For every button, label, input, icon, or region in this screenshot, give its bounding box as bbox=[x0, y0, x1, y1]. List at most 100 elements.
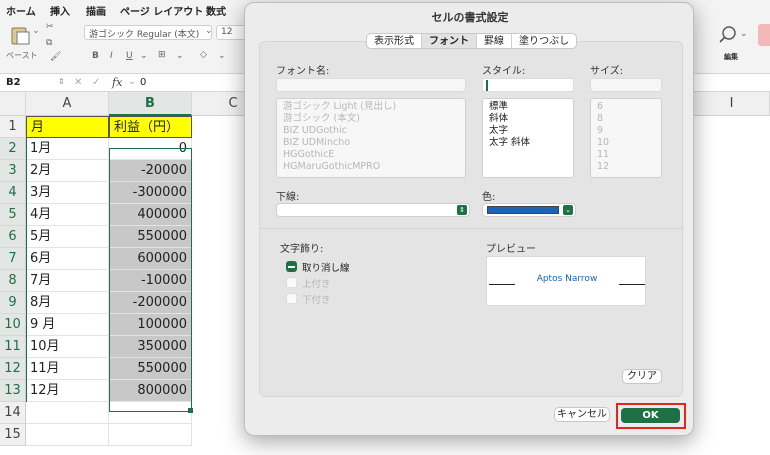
list-item[interactable]: 游ゴシック (本文) bbox=[277, 113, 465, 125]
select-all-corner[interactable] bbox=[0, 92, 26, 116]
cell-profit[interactable]: 600000 bbox=[109, 248, 192, 270]
name-box-stepper-icon[interactable]: ⇕ bbox=[58, 77, 65, 86]
list-item[interactable]: 太字 bbox=[483, 125, 573, 137]
list-item[interactable]: 標準 bbox=[483, 101, 573, 113]
superscript-checkbox[interactable] bbox=[286, 277, 297, 288]
list-item[interactable]: 游ゴシック Light (見出し) bbox=[277, 101, 465, 113]
underline-icon[interactable]: U bbox=[126, 51, 133, 61]
tab-insert[interactable]: 挿入 bbox=[50, 3, 70, 18]
row-header[interactable]: 5 bbox=[0, 204, 26, 226]
paste-icon[interactable] bbox=[10, 24, 32, 46]
ok-button[interactable]: OK bbox=[621, 408, 680, 423]
cell-month[interactable]: 7月 bbox=[26, 270, 109, 292]
cell-profit[interactable]: 400000 bbox=[109, 204, 192, 226]
row-header[interactable]: 10 bbox=[0, 314, 26, 336]
cell-month[interactable]: 10月 bbox=[26, 336, 109, 358]
fill-color-icon[interactable]: ◇ bbox=[200, 50, 207, 60]
cell-a1[interactable]: 月 bbox=[26, 116, 109, 138]
row-header[interactable]: 12 bbox=[0, 358, 26, 380]
list-item[interactable]: 8 bbox=[591, 113, 661, 125]
row-header[interactable]: 6 bbox=[0, 226, 26, 248]
font-name-select[interactable]: 游ゴシック Regular (本文) bbox=[84, 25, 212, 40]
fx-chevron-icon[interactable]: ⌄ bbox=[128, 76, 136, 87]
tab-fill[interactable]: 塗りつぶし bbox=[512, 34, 576, 48]
copy-icon[interactable]: ⧉ bbox=[46, 38, 52, 48]
format-painter-icon[interactable]: 🖌 bbox=[50, 52, 61, 62]
list-item[interactable]: BIZ UDMincho bbox=[277, 137, 465, 149]
list-item[interactable]: BIZ UDGothic bbox=[277, 125, 465, 137]
sensitivity-icon[interactable] bbox=[758, 24, 770, 46]
cell-month[interactable]: 3月 bbox=[26, 182, 109, 204]
underline-select[interactable]: ⇕ bbox=[276, 203, 470, 217]
row-header[interactable]: 13 bbox=[0, 380, 26, 402]
list-item[interactable]: 10 bbox=[591, 137, 661, 149]
font-chevron-icon[interactable]: ⌄ bbox=[205, 26, 213, 36]
cut-icon[interactable]: ✂ bbox=[46, 22, 54, 32]
font-name-input[interactable] bbox=[276, 78, 466, 92]
cell-empty[interactable] bbox=[26, 424, 109, 446]
tab-draw[interactable]: 描画 bbox=[86, 3, 106, 18]
tab-font[interactable]: フォント bbox=[422, 34, 477, 48]
cancel-button[interactable]: キャンセル bbox=[554, 407, 610, 422]
list-item[interactable]: HGGothicE bbox=[277, 149, 465, 161]
style-list[interactable]: 標準 斜体 太字 太字 斜体 bbox=[482, 98, 574, 178]
cell-month[interactable]: 1月 bbox=[26, 138, 109, 160]
row-header[interactable]: 4 bbox=[0, 182, 26, 204]
row-header[interactable]: 9 bbox=[0, 292, 26, 314]
font-name-list[interactable]: 游ゴシック Light (見出し) 游ゴシック (本文) BIZ UDGothi… bbox=[276, 98, 466, 178]
font-size-select[interactable]: 12 bbox=[216, 25, 246, 40]
cell-empty[interactable] bbox=[109, 424, 192, 446]
cell-month[interactable]: 11月 bbox=[26, 358, 109, 380]
tab-number-format[interactable]: 表示形式 bbox=[367, 34, 422, 48]
row-header[interactable]: 1 bbox=[0, 116, 26, 138]
chevron-down-icon[interactable]: ⌄ bbox=[176, 51, 184, 61]
cell-month[interactable]: 6月 bbox=[26, 248, 109, 270]
column-header-a[interactable]: A bbox=[26, 92, 109, 116]
cell-profit[interactable]: -20000 bbox=[109, 160, 192, 182]
italic-icon[interactable]: I bbox=[110, 51, 113, 61]
cell-b1[interactable]: 利益（円） bbox=[109, 116, 192, 138]
tab-home[interactable]: ホーム bbox=[6, 3, 36, 22]
size-input[interactable] bbox=[590, 78, 662, 92]
cell-month[interactable]: 8月 bbox=[26, 292, 109, 314]
cell-profit[interactable]: 550000 bbox=[109, 358, 192, 380]
border-icon[interactable]: ⊞ bbox=[158, 50, 166, 60]
font-color-select[interactable]: ⌄ bbox=[482, 203, 576, 217]
name-box[interactable]: B2 bbox=[6, 77, 21, 88]
row-header[interactable]: 2 bbox=[0, 138, 26, 160]
cell-month[interactable]: 9 月 bbox=[26, 314, 109, 336]
row-header[interactable]: 3 bbox=[0, 160, 26, 182]
size-list[interactable]: 6 8 9 10 11 12 bbox=[590, 98, 662, 178]
chevron-down-icon[interactable]: ⌄ bbox=[140, 51, 148, 61]
column-header-i[interactable]: I bbox=[694, 92, 770, 116]
tab-page-layout[interactable]: ページ レイアウト bbox=[120, 3, 203, 18]
cell-profit[interactable]: 550000 bbox=[109, 226, 192, 248]
list-item[interactable]: 11 bbox=[591, 149, 661, 161]
list-item[interactable]: 太字 斜体 bbox=[483, 137, 573, 149]
clear-button[interactable]: クリア bbox=[622, 369, 662, 384]
chevron-down-icon[interactable]: ⌄ bbox=[218, 51, 226, 61]
cell-profit[interactable]: -200000 bbox=[109, 292, 192, 314]
subscript-checkbox[interactable] bbox=[286, 293, 297, 304]
cell-month[interactable]: 4月 bbox=[26, 204, 109, 226]
list-item[interactable]: 12 bbox=[591, 161, 661, 173]
search-icon[interactable] bbox=[718, 24, 738, 46]
function-icon[interactable]: fx bbox=[112, 76, 122, 89]
cell-profit[interactable]: 0 bbox=[109, 138, 192, 160]
style-input[interactable] bbox=[482, 78, 574, 92]
cell-month[interactable]: 2月 bbox=[26, 160, 109, 182]
cell-empty[interactable] bbox=[26, 402, 109, 424]
tab-border[interactable]: 罫線 bbox=[477, 34, 512, 48]
cell-profit[interactable]: 100000 bbox=[109, 314, 192, 336]
cell-profit[interactable]: -300000 bbox=[109, 182, 192, 204]
cell-empty[interactable] bbox=[109, 402, 192, 424]
list-item[interactable]: 斜体 bbox=[483, 113, 573, 125]
cell-profit[interactable]: -10000 bbox=[109, 270, 192, 292]
row-header[interactable]: 7 bbox=[0, 248, 26, 270]
paste-chevron-icon[interactable]: ⌄ bbox=[32, 26, 40, 36]
bold-icon[interactable]: B bbox=[92, 51, 99, 61]
cell-month[interactable]: 12月 bbox=[26, 380, 109, 402]
row-header[interactable]: 14 bbox=[0, 402, 26, 424]
list-item[interactable]: 9 bbox=[591, 125, 661, 137]
row-header[interactable]: 11 bbox=[0, 336, 26, 358]
